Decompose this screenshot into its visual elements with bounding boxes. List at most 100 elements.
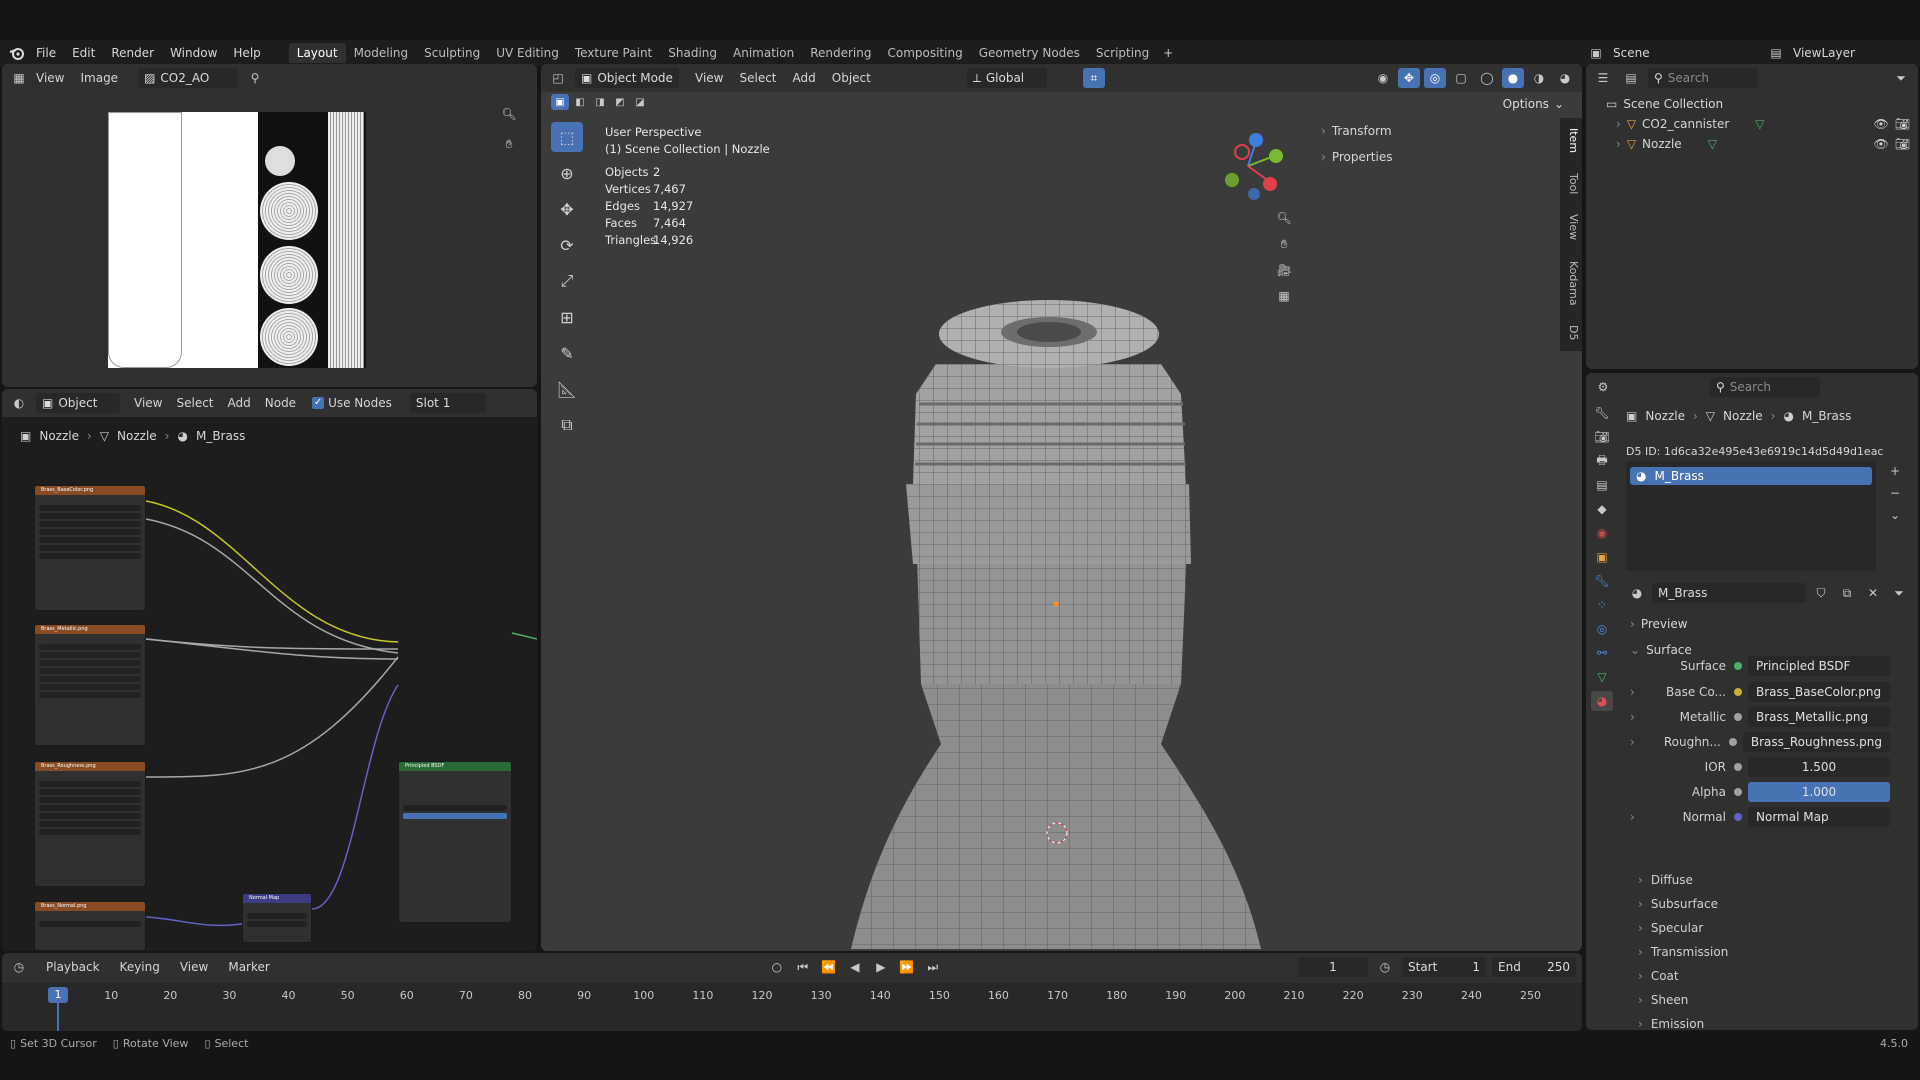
- tab-uv-editing[interactable]: UV Editing: [488, 43, 567, 63]
- tab-modeling[interactable]: Modeling: [346, 43, 417, 63]
- image-menu-view[interactable]: View: [36, 71, 64, 85]
- timeline-menu-marker[interactable]: Marker: [228, 960, 269, 974]
- tab-rendering[interactable]: Rendering: [802, 43, 879, 63]
- socket-icon[interactable]: [1734, 763, 1742, 771]
- property-field[interactable]: Brass_Roughness.png: [1742, 732, 1890, 752]
- chevron-right-icon[interactable]: ›: [1630, 710, 1644, 724]
- scene-name[interactable]: Scene: [1613, 46, 1650, 60]
- tab-sculpting[interactable]: Sculpting: [416, 43, 488, 63]
- tab-tool[interactable]: Tool: [1560, 167, 1582, 200]
- subpanel-header-subsurface[interactable]: › Subsurface: [1638, 894, 1718, 914]
- object-tab-icon[interactable]: ▣: [1591, 547, 1613, 567]
- eye-icon[interactable]: 👁︎: [1874, 117, 1889, 131]
- subpanel-header-sheen[interactable]: › Sheen: [1638, 990, 1688, 1010]
- image-texture-node-normal[interactable]: Brass_Normal.png: [34, 901, 146, 951]
- image-texture-node-roughness[interactable]: Brass_Roughness.png: [34, 761, 146, 887]
- jump-start-icon[interactable]: ⏮: [792, 957, 814, 977]
- socket-icon[interactable]: [1728, 738, 1737, 746]
- display-mode-icon[interactable]: ▤: [1620, 68, 1642, 88]
- navigation-gizmo[interactable]: [1212, 126, 1292, 206]
- properties-panel[interactable]: › Properties: [1321, 144, 1561, 170]
- scene-icon[interactable]: ▣: [1585, 43, 1607, 63]
- view-layer-tab-icon[interactable]: ▤: [1591, 475, 1613, 495]
- timeline-menu-keying[interactable]: Keying: [120, 960, 160, 974]
- editor-type-icon[interactable]: ⚙: [1592, 377, 1614, 397]
- filter-icon[interactable]: ⏷: [1890, 68, 1912, 88]
- properties-search[interactable]: ⚲ Search: [1710, 377, 1820, 397]
- outliner-item-co2-cannister[interactable]: › ▽ CO2_cannister ▽ 👁︎ 📷︎: [1606, 114, 1910, 134]
- tab-geometry-nodes[interactable]: Geometry Nodes: [971, 43, 1088, 63]
- menu-window[interactable]: Window: [162, 46, 225, 60]
- timeline-menu-playback[interactable]: Playback: [46, 960, 100, 974]
- modifier-tab-icon[interactable]: 🔧︎: [1591, 571, 1613, 591]
- constraints-tab-icon[interactable]: ⚯: [1591, 643, 1613, 663]
- tab-item[interactable]: Item: [1560, 122, 1582, 159]
- property-field[interactable]: Normal Map: [1748, 807, 1890, 827]
- playhead[interactable]: 1: [48, 987, 68, 1003]
- material-slot-item[interactable]: ◕ M_Brass: [1630, 467, 1872, 485]
- menu-edit[interactable]: Edit: [64, 46, 103, 60]
- world-tab-icon[interactable]: ◉: [1591, 523, 1613, 543]
- end-frame-field[interactable]: End 250: [1492, 957, 1576, 977]
- next-key-icon[interactable]: ⏩: [896, 957, 918, 977]
- property-field[interactable]: 1.500: [1748, 757, 1890, 777]
- eye-icon[interactable]: 👁︎: [1874, 137, 1889, 151]
- chevron-right-icon[interactable]: ›: [1630, 685, 1644, 699]
- perspective-grid-icon[interactable]: ▦: [1273, 286, 1295, 306]
- jump-end-icon[interactable]: ⏭: [922, 957, 944, 977]
- pin-icon[interactable]: ⚲: [244, 68, 266, 88]
- tab-texture-paint[interactable]: Texture Paint: [567, 43, 660, 63]
- add-slot-icon[interactable]: +: [1884, 461, 1906, 481]
- tab-kodama[interactable]: Kodama: [1560, 255, 1582, 312]
- play-reverse-icon[interactable]: ◀: [844, 957, 866, 977]
- tab-scripting[interactable]: Scripting: [1088, 43, 1157, 63]
- subpanel-header-transmission[interactable]: › Transmission: [1638, 942, 1728, 962]
- add-workspace-icon[interactable]: +: [1157, 43, 1179, 63]
- outliner-item-nozzle[interactable]: › ▽ Nozzle ▽ 👁︎ 📷︎: [1606, 134, 1910, 154]
- clock-icon[interactable]: ◷: [1374, 957, 1396, 977]
- socket-icon[interactable]: [1734, 788, 1742, 796]
- principled-bsdf-node[interactable]: Principled BSDF: [398, 761, 512, 923]
- timeline-menu-view[interactable]: View: [180, 960, 208, 974]
- normal-map-node[interactable]: Normal Map: [242, 893, 312, 943]
- socket-icon[interactable]: [1734, 713, 1742, 721]
- image-texture-node-basecolor[interactable]: Brass_BaseColor.png: [34, 485, 146, 611]
- close-icon[interactable]: ✕: [1862, 583, 1884, 603]
- data-tab-icon[interactable]: ▽: [1591, 667, 1613, 687]
- image-selector[interactable]: ▨ CO2_AO: [138, 68, 239, 88]
- editor-type-icon[interactable]: ◷: [8, 957, 30, 977]
- slot-menu-icon[interactable]: ⌄: [1884, 505, 1906, 525]
- remove-slot-icon[interactable]: −: [1884, 483, 1906, 503]
- particles-tab-icon[interactable]: ⁘: [1591, 595, 1613, 615]
- view-layer-icon[interactable]: ▤: [1765, 43, 1787, 63]
- image-menu-image[interactable]: Image: [80, 71, 118, 85]
- start-frame-field[interactable]: Start 1: [1402, 957, 1486, 977]
- pan-hand-icon[interactable]: ✋︎: [498, 134, 520, 154]
- scene-collection-row[interactable]: ▭ Scene Collection: [1606, 94, 1910, 114]
- property-field[interactable]: 1.000: [1748, 782, 1890, 802]
- camera-icon[interactable]: 📷︎: [1895, 117, 1910, 131]
- socket-icon[interactable]: [1734, 662, 1742, 670]
- tab-shading[interactable]: Shading: [660, 43, 725, 63]
- property-field[interactable]: Brass_BaseColor.png: [1748, 682, 1890, 702]
- tool-tab-icon[interactable]: 🔧︎: [1591, 403, 1613, 423]
- tab-d5[interactable]: D5: [1560, 319, 1582, 346]
- material-tab-icon[interactable]: ◕: [1591, 691, 1613, 711]
- physics-tab-icon[interactable]: ◎: [1591, 619, 1613, 639]
- filter-icon[interactable]: ⏷: [1888, 583, 1910, 603]
- transform-panel[interactable]: › Transform: [1321, 118, 1561, 144]
- material-browse-icon[interactable]: ◕: [1626, 583, 1648, 603]
- frame-ruler[interactable]: 1102030405060708090100110120130140150160…: [2, 983, 1582, 1031]
- menu-help[interactable]: Help: [225, 46, 268, 60]
- subpanel-header-specular[interactable]: › Specular: [1638, 918, 1703, 938]
- outliner-search[interactable]: ⚲ Search: [1648, 68, 1758, 88]
- current-frame-field[interactable]: 1: [1298, 957, 1368, 977]
- material-name-field[interactable]: M_Brass: [1652, 583, 1806, 603]
- scene-tab-icon[interactable]: ◆: [1591, 499, 1613, 519]
- auto-key-icon[interactable]: ○: [766, 957, 788, 977]
- zoom-icon[interactable]: 🔍︎: [1273, 208, 1295, 228]
- chevron-right-icon[interactable]: ›: [1630, 735, 1643, 749]
- blender-logo-icon[interactable]: [6, 43, 28, 63]
- menu-file[interactable]: File: [28, 46, 64, 60]
- prev-key-icon[interactable]: ⏪: [818, 957, 840, 977]
